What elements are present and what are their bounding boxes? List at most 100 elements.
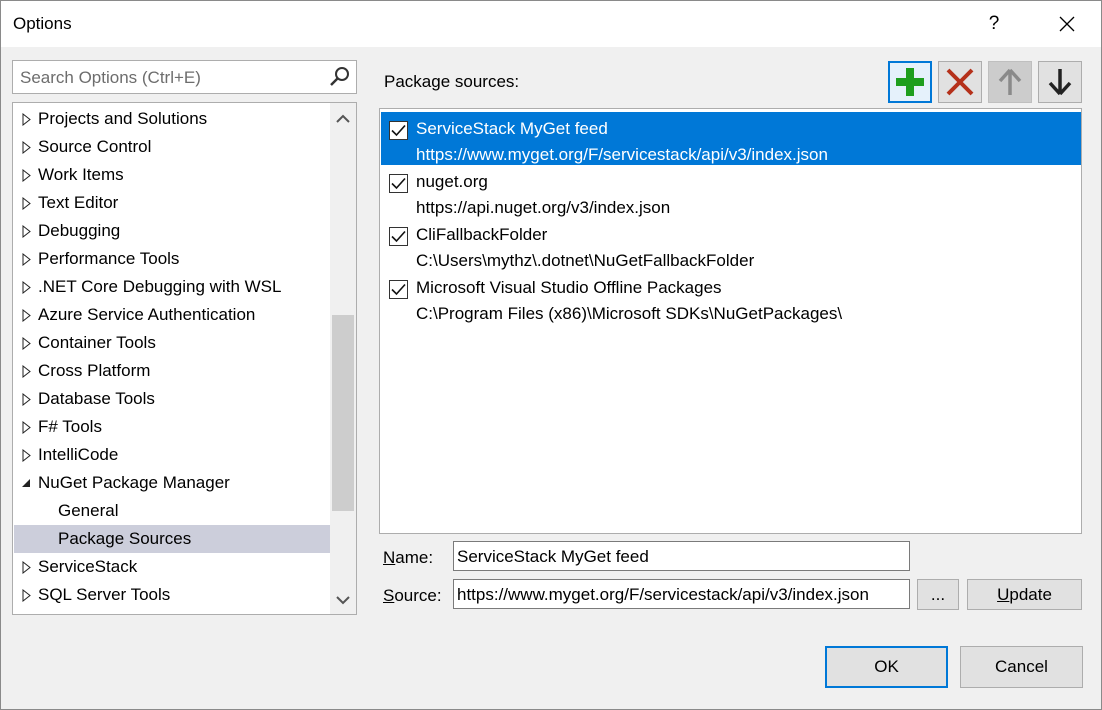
ok-button[interactable]: OK [825,646,948,688]
checkmark-icon [391,177,406,190]
move-up-button[interactable] [988,61,1032,103]
search-options-box[interactable]: Search Options (Ctrl+E) [12,60,357,94]
source-label: Source: [383,586,442,606]
tree-item-label: Text Editor [38,193,119,212]
tree-item[interactable]: Azure Service Authentication [14,301,330,329]
tree-item[interactable]: General [14,497,330,525]
source-field[interactable]: https://www.myget.org/F/servicestack/api… [453,579,910,609]
remove-source-button[interactable] [938,61,982,103]
update-label-text: pdate [1009,584,1052,604]
source-label-accesskey: S [383,586,395,605]
source-name: CliFallbackFolder [416,225,548,244]
expand-arrow-icon[interactable] [14,308,38,322]
name-field[interactable]: ServiceStack MyGet feed [453,541,910,571]
expand-arrow-icon[interactable] [14,252,38,266]
arrow-up-icon [998,68,1022,95]
expand-arrow-icon[interactable] [14,112,38,126]
tree-item-label: .NET Core Debugging with WSL [38,277,282,296]
source-enabled-checkbox[interactable] [389,227,408,246]
package-source-item[interactable]: CliFallbackFolder C:\Users\mythz\.dotnet\… [381,218,1081,271]
package-source-item[interactable]: ServiceStack MyGet feed https://www.myget… [381,112,1081,165]
source-url: https://www.myget.org/F/servicestack/api… [416,145,828,164]
update-accesskey: U [997,584,1010,604]
expand-arrow-icon[interactable] [14,196,38,210]
browse-button[interactable]: ... [917,579,959,610]
tree-item[interactable]: Debugging [14,217,330,245]
source-enabled-checkbox[interactable] [389,280,408,299]
source-url: https://api.nuget.org/v3/index.json [416,198,671,217]
source-enabled-checkbox[interactable] [389,174,408,193]
tree-item[interactable]: NuGet Package Manager [14,469,330,497]
chevron-down-icon [336,596,350,605]
tree-item[interactable]: Container Tools [14,329,330,357]
expand-arrow-icon[interactable] [14,364,38,378]
tree-item-label: ServiceStack [38,557,138,576]
checkmark-icon [391,124,406,137]
tree-item-label: Source Control [38,137,152,156]
expand-arrow-icon[interactable] [14,168,38,182]
package-source-item[interactable]: Microsoft Visual Studio Offline Packages… [381,271,1081,324]
source-name: Microsoft Visual Studio Offline Packages [416,278,722,297]
source-enabled-checkbox[interactable] [389,121,408,140]
arrow-down-icon [1048,69,1072,96]
tree-item-label: Package Sources [58,529,192,548]
scroll-down-button[interactable] [330,588,356,612]
expand-arrow-icon[interactable] [14,560,38,574]
tree-item[interactable]: F# Tools [14,413,330,441]
tree-item-label: NuGet Package Manager [38,473,230,492]
window-title: Options [13,14,72,33]
name-label: Name: [383,548,433,568]
expand-arrow-icon[interactable] [14,224,38,238]
scroll-thumb[interactable] [332,315,354,511]
tree-item[interactable]: .NET Core Debugging with WSL [14,273,330,301]
expand-arrow-icon[interactable] [14,140,38,154]
tree-item[interactable]: Cross Platform [14,357,330,385]
package-sources-list[interactable]: ServiceStack MyGet feed https://www.myget… [379,108,1082,534]
expand-arrow-icon[interactable] [14,392,38,406]
checkmark-icon [391,283,406,296]
scroll-up-button[interactable] [330,107,356,131]
options-dialog: Options ? Search Options (Ctrl+E) SQL Se… [0,0,1102,710]
plus-icon [896,68,924,96]
tree-item[interactable]: SQL Server Tools [14,581,330,609]
expand-arrow-icon[interactable] [14,588,38,602]
tree-scrollbar[interactable] [330,103,356,614]
expand-arrow-icon[interactable] [14,448,38,462]
tree-item[interactable]: Projects and Solutions [14,105,330,133]
tree-item-label: Container Tools [38,333,156,352]
tree-item-label: Cross Platform [38,361,151,380]
search-input[interactable]: Search Options (Ctrl+E) [20,68,201,88]
help-button[interactable]: ? [971,1,1017,47]
options-tree[interactable]: SQL Server Tools ServiceStack Package Sour… [12,102,357,615]
package-source-item[interactable]: nuget.org https://api.nuget.org/v3/index.… [381,165,1081,218]
tree-item[interactable]: IntelliCode [14,441,330,469]
tree-item-label: SQL Server Tools [38,585,171,604]
tree-item-label: Azure Service Authentication [38,305,256,324]
move-down-button[interactable] [1038,61,1082,103]
update-button[interactable]: Update [967,579,1082,610]
expand-arrow-icon[interactable] [14,336,38,350]
cancel-button[interactable]: Cancel [960,646,1083,688]
tree-item-label: Database Tools [38,389,155,408]
tree-item[interactable]: Work Items [14,161,330,189]
chevron-up-icon [336,114,350,123]
add-source-button[interactable] [888,61,932,103]
collapse-arrow-icon[interactable] [14,478,38,488]
tree-item-label: Projects and Solutions [38,109,208,128]
title-bar: Options ? [1,1,1101,47]
source-url: C:\Program Files (x86)\Microsoft SDKs\Nu… [416,304,843,323]
tree-item[interactable]: Package Sources [14,525,330,553]
close-button[interactable] [1044,1,1090,47]
tree-item[interactable]: Database Tools [14,385,330,413]
search-icon[interactable] [328,65,352,89]
name-label-accesskey: N [383,548,396,567]
source-label-text: ource: [394,586,442,605]
tree-item[interactable]: Source Control [14,133,330,161]
tree-item-label: Debugging [38,221,121,240]
tree-item[interactable]: Text Editor [14,189,330,217]
tree-item[interactable]: Performance Tools [14,245,330,273]
expand-arrow-icon[interactable] [14,420,38,434]
tree-item[interactable]: ServiceStack [14,553,330,581]
expand-arrow-icon[interactable] [14,280,38,294]
tree-item-label: IntelliCode [38,445,119,464]
